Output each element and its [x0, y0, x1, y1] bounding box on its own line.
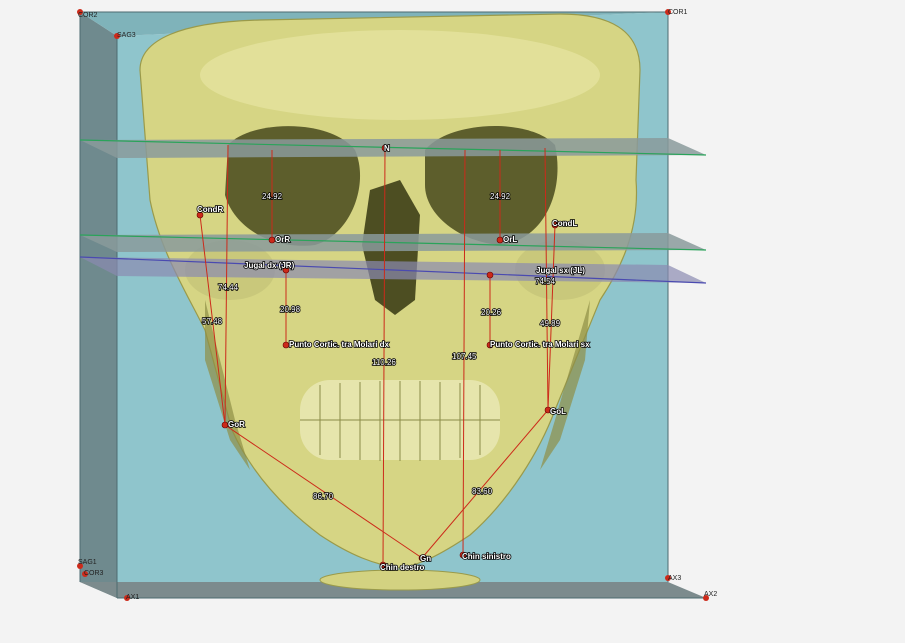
- value-cond-r-height: 74.44: [218, 283, 239, 292]
- label-gol: GoL: [550, 407, 566, 416]
- corner-cor1-label: COR1: [668, 9, 688, 16]
- label-jugal-dx: Jugal dx (JR): [244, 261, 295, 270]
- value-n-chin-dx: 110.26: [372, 358, 396, 367]
- label-n: N: [384, 144, 390, 153]
- label-jugal-sx: Jugal sx (JL): [536, 266, 585, 275]
- label-orr: OrR: [275, 235, 290, 244]
- value-or-r-height: 24.92: [262, 192, 283, 201]
- corner-sag1-label: SAG1: [78, 559, 97, 566]
- value-go-r-gn: 86.70: [313, 492, 334, 501]
- value-or-l-height: 24.92: [490, 192, 511, 201]
- corner-ax2-label: AX2: [704, 591, 717, 598]
- value-jugal-l-height: 20.26: [481, 308, 502, 317]
- label-chin-sx: Chin sinistro: [462, 552, 511, 561]
- label-gor: GoR: [228, 420, 245, 429]
- label-cort-dx: Punto Cortic. tra Molari dx: [289, 340, 390, 349]
- label-cort-sx: Punto Cortic. tra Molari sx: [490, 340, 590, 349]
- value-go-l-height: 49.89: [540, 319, 561, 328]
- value-go-l-gn: 83.60: [472, 487, 493, 496]
- 3d-viewport[interactable]: N CondR CondL OrR OrL Jugal dx (JR) Juga…: [0, 0, 905, 643]
- label-gn: Gn: [420, 554, 431, 563]
- label-condl: CondL: [552, 219, 577, 228]
- corner-sag3-label: SAG3: [117, 32, 136, 39]
- label-chin-dx: Chin destro: [380, 563, 425, 572]
- value-jugal-r-height: 20.98: [280, 305, 301, 314]
- corner-ax3-label: AX3: [668, 575, 681, 582]
- corner-cor2-label: COR2: [78, 12, 98, 19]
- label-condr: CondR: [197, 205, 223, 214]
- label-orl: OrL: [503, 235, 517, 244]
- corner-cor3-label: COR3: [84, 570, 104, 577]
- value-cond-l-height: 74.54: [535, 277, 556, 286]
- left-side-face: [80, 12, 117, 598]
- corner-ax1-label: AX1: [126, 594, 139, 601]
- value-go-r-height: 57.48: [202, 317, 223, 326]
- value-n-chin-sx: 107.45: [452, 352, 477, 361]
- landmark-jugal-sx-point[interactable]: [486, 271, 494, 279]
